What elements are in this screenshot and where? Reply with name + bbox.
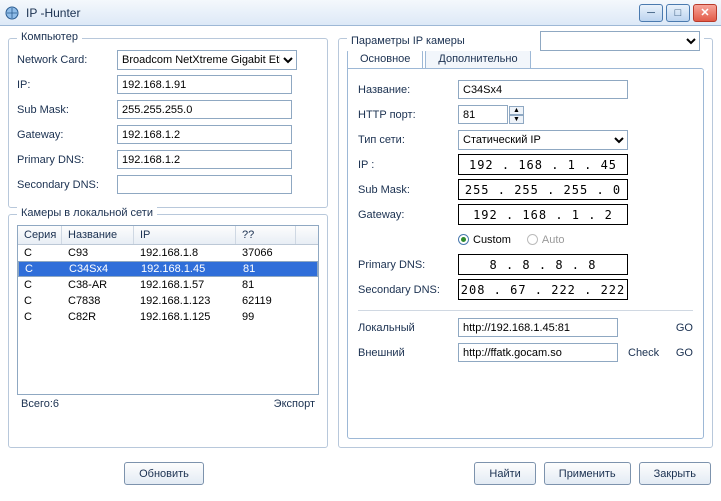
tab-main-pane: Название: HTTP порт: ▲▼ Тип сети: Статич… [347, 68, 704, 439]
app-icon [4, 5, 20, 21]
params-legend: Параметры IP камеры [351, 35, 465, 47]
col-ip[interactable]: IP [134, 226, 236, 244]
nic-select[interactable]: Broadcom NetXtreme Gigabit Ethe [117, 50, 297, 70]
lan-legend: Камеры в локальной сети [17, 207, 157, 219]
close-button[interactable]: Закрыть [639, 462, 711, 485]
total-count: Всего:6 [21, 398, 59, 410]
cam-dns1-label: Primary DNS: [358, 259, 458, 271]
computer-dns2[interactable] [117, 175, 292, 194]
maximize-button[interactable]: □ [666, 4, 690, 22]
computer-group: Компьютер Network Card: Broadcom NetXtre… [8, 38, 328, 208]
cameras-table[interactable]: Серия Название IP ?? CC93192.168.1.83706… [17, 225, 319, 395]
computer-dns1[interactable] [117, 150, 292, 169]
ext-label: Внешний [358, 347, 458, 359]
camera-select[interactable] [540, 31, 700, 51]
minimize-button[interactable]: ─ [639, 4, 663, 22]
nettype-select[interactable]: Статический IP [458, 130, 628, 150]
radio-auto[interactable]: Auto [527, 234, 565, 246]
computer-legend: Компьютер [17, 31, 82, 43]
http-label: HTTP порт: [358, 109, 458, 121]
tab-main[interactable]: Основное [347, 49, 423, 68]
cam-dns2-label: Secondary DNS: [358, 284, 458, 296]
cam-dns2[interactable]: 208 . 67 . 222 . 222 [458, 279, 628, 300]
table-row[interactable]: CC34Sx4192.168.1.4581 [18, 261, 318, 277]
computer-gateway[interactable] [117, 125, 292, 144]
cam-name[interactable] [458, 80, 628, 99]
table-row[interactable]: CC82R192.168.1.12599 [18, 309, 318, 325]
window-title: IP -Hunter [26, 6, 639, 20]
computer-ip[interactable] [117, 75, 292, 94]
ip-label: IP: [17, 79, 117, 91]
col-port[interactable]: ?? [236, 226, 296, 244]
cam-gw-label: Gateway: [358, 209, 458, 221]
col-name[interactable]: Название [62, 226, 134, 244]
find-button[interactable]: Найти [474, 462, 535, 485]
computer-mask[interactable] [117, 100, 292, 119]
cam-mask-label: Sub Mask: [358, 184, 458, 196]
nic-label: Network Card: [17, 54, 117, 66]
cam-dns1[interactable]: 8 . 8 . 8 . 8 [458, 254, 628, 275]
lan-cameras-group: Камеры в локальной сети Серия Название I… [8, 214, 328, 448]
local-go[interactable]: GO [676, 322, 693, 334]
spin-down-icon[interactable]: ▼ [509, 115, 524, 124]
cam-name-label: Название: [358, 84, 458, 96]
cam-gateway[interactable]: 192 . 168 . 1 . 2 [458, 204, 628, 225]
mask-label: Sub Mask: [17, 104, 117, 116]
apply-button[interactable]: Применить [544, 462, 631, 485]
dns1-label: Primary DNS: [17, 154, 117, 166]
radio-custom[interactable]: Custom [458, 234, 511, 246]
title-bar: IP -Hunter ─ □ ✕ [0, 0, 721, 26]
nettype-label: Тип сети: [358, 134, 458, 146]
cam-ip[interactable]: 192 . 168 . 1 . 45 [458, 154, 628, 175]
camera-params-group: Параметры IP камеры Основное Дополнитель… [338, 38, 713, 448]
ext-go[interactable]: GO [676, 347, 693, 359]
spin-up-icon[interactable]: ▲ [509, 106, 524, 115]
local-url[interactable] [458, 318, 618, 337]
cam-ip-label: IP : [358, 159, 458, 171]
local-label: Локальный [358, 322, 458, 334]
gw-label: Gateway: [17, 129, 117, 141]
table-row[interactable]: CC7838192.168.1.12362119 [18, 293, 318, 309]
col-series[interactable]: Серия [18, 226, 62, 244]
table-row[interactable]: CC93192.168.1.837066 [18, 245, 318, 261]
ext-check[interactable]: Check [628, 347, 659, 359]
cam-mask[interactable]: 255 . 255 . 255 . 0 [458, 179, 628, 200]
tab-extra[interactable]: Дополнительно [425, 49, 530, 68]
ext-url[interactable] [458, 343, 618, 362]
close-window-button[interactable]: ✕ [693, 4, 717, 22]
refresh-button[interactable]: Обновить [124, 462, 204, 485]
table-row[interactable]: CC38-AR192.168.1.5781 [18, 277, 318, 293]
dns2-label: Secondary DNS: [17, 179, 117, 191]
http-port[interactable] [458, 105, 508, 124]
export-link[interactable]: Экспорт [274, 398, 315, 410]
